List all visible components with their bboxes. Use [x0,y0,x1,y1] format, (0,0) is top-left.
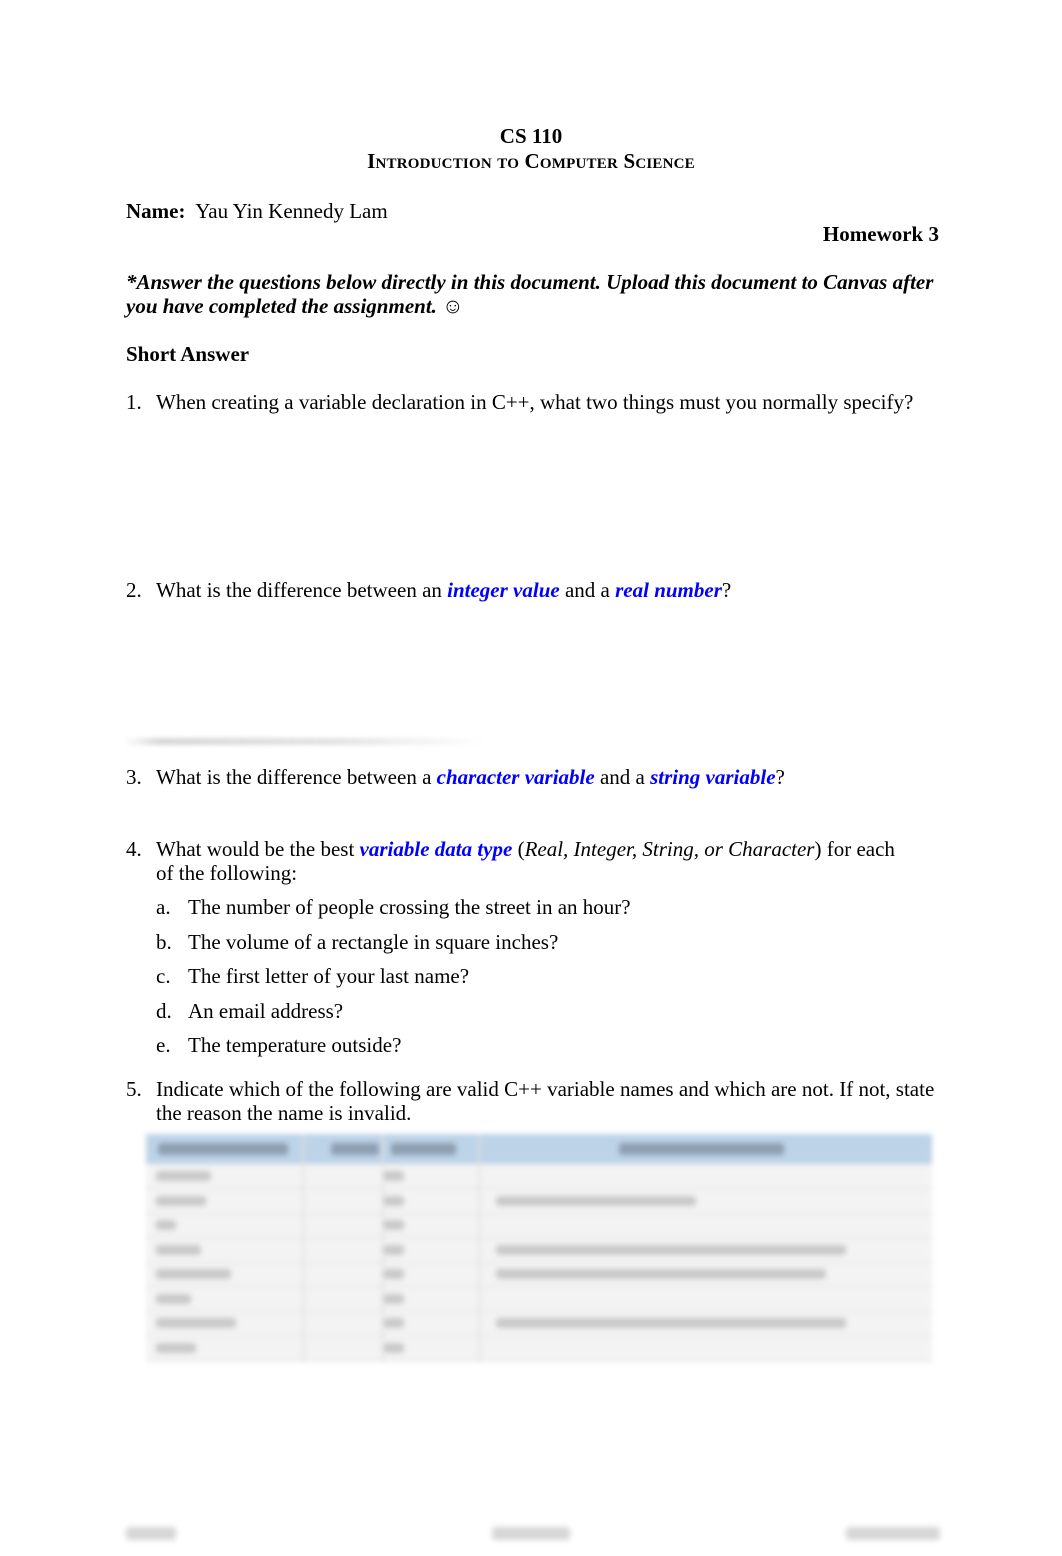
reason-blur [496,1318,846,1328]
sub-item-d: d. An email address? [156,999,916,1024]
header-cell-blur [619,1143,784,1155]
data-type-options: Real, Integer, String, or Character [524,837,815,861]
question-text: When creating a variable declaration in … [156,390,946,414]
question-text: What is the difference between an intege… [156,578,946,602]
sub-item-letter: b. [156,930,172,954]
question-number: 1. [126,390,142,414]
sub-item-text: The volume of a rectangle in square inch… [188,930,559,954]
question-3: 3. What is the difference between a char… [126,765,946,789]
sub-item-text: The first letter of your last name? [188,964,470,988]
keyword-string-variable: string variable [650,765,776,789]
text-run: and a [594,765,651,789]
sub-item-text: The temperature outside? [188,1033,402,1057]
table-row [146,1336,932,1361]
table-row [146,1213,932,1238]
text-run: When creating a variable declaration in … [156,390,914,414]
variable-name-blur [156,1293,191,1304]
invalid-mark-blur [384,1318,404,1328]
footer-page-blur [492,1527,570,1540]
text-run: What is the difference between a [156,765,437,789]
variable-name-blur [156,1195,206,1206]
question-4: 4. What would be the best variable data … [126,837,896,885]
text-run: and a [559,578,616,602]
invalid-mark-blur [384,1244,404,1255]
variable-name-blur [156,1269,231,1279]
header-cell-blur [391,1143,456,1155]
footer-course-blur [126,1527,176,1540]
invalid-mark-blur [384,1342,404,1353]
table-row [146,1287,932,1312]
footer-assignment-blur [846,1527,940,1540]
student-name: Yau Yin Kennedy Lam [195,199,388,223]
question-text: What would be the best variable data typ… [156,837,896,885]
text-run: What is the difference between an [156,578,448,602]
question-number: 4. [126,837,142,861]
table-row [146,1164,932,1189]
text-run: ( [512,837,525,861]
variable-name-blur [156,1318,236,1328]
reason-blur [496,1244,846,1255]
sub-item-b: b. The volume of a rectangle in square i… [156,930,916,955]
question-number: 3. [126,765,142,789]
section-heading: Short Answer [126,342,250,366]
course-code: CS 110 [499,124,563,148]
invalid-mark-blur [384,1171,404,1181]
reason-blur [496,1269,826,1279]
assignment-title: Homework 3 [822,222,939,246]
variable-name-blur [156,1342,196,1353]
column-divider [478,1134,480,1362]
table-row [146,1238,932,1263]
sub-item-text: An email address? [188,999,344,1023]
variable-names-table [146,1134,932,1362]
variable-name-blur [156,1220,176,1230]
question-2: 2. What is the difference between an int… [126,578,946,602]
variable-name-blur [156,1171,211,1181]
name-label: Name: [126,199,186,223]
invalid-mark-blur [384,1293,404,1304]
question-number: 2. [126,578,142,602]
sub-item-letter: a. [156,895,171,919]
keyword-integer-value: integer value [447,578,560,602]
variable-name-blur [156,1244,201,1255]
reason-blur [496,1195,696,1206]
question-number: 5. [126,1077,142,1101]
sub-item-text: The number of people crossing the street… [188,895,631,919]
question-5: 5. Indicate which of the following are v… [126,1077,946,1125]
course-title: Introduction to Computer Science [367,149,695,173]
sub-item-e: e. The temperature outside? [156,1033,916,1058]
table-row [146,1311,932,1336]
question-text: Indicate which of the following are vali… [156,1077,935,1125]
question-1: 1. When creating a variable declaration … [126,390,946,414]
table-header [146,1134,932,1164]
invalid-mark-blur [384,1195,404,1206]
keyword-variable-data-type: variable data type [359,837,513,861]
sub-item-letter: c. [156,964,171,988]
table-row [146,1262,932,1287]
header-cell-blur [331,1143,379,1155]
invalid-mark-blur [384,1269,404,1279]
instructions: *Answer the questions below directly in … [126,270,934,318]
keyword-character-variable: character variable [436,765,595,789]
text-run: ? [775,765,785,789]
table-row [146,1189,932,1214]
keyword-real-number: real number [615,578,722,602]
blurred-answer-line [124,738,484,745]
header-cell-blur [158,1143,288,1155]
text-run: What would be the best [156,837,360,861]
sub-item-c: c. The first letter of your last name? [156,964,916,989]
question-text: What is the difference between a charact… [156,765,946,789]
sub-item-a: a. The number of people crossing the str… [156,895,916,920]
column-divider [302,1134,304,1362]
student-name-line: Name: Yau Yin Kennedy Lam [126,199,388,224]
sub-item-letter: d. [156,999,172,1023]
table-body [146,1164,932,1362]
text-run: ? [721,578,732,602]
invalid-mark-blur [384,1220,404,1230]
sub-item-letter: e. [156,1033,171,1057]
column-divider [382,1134,384,1362]
